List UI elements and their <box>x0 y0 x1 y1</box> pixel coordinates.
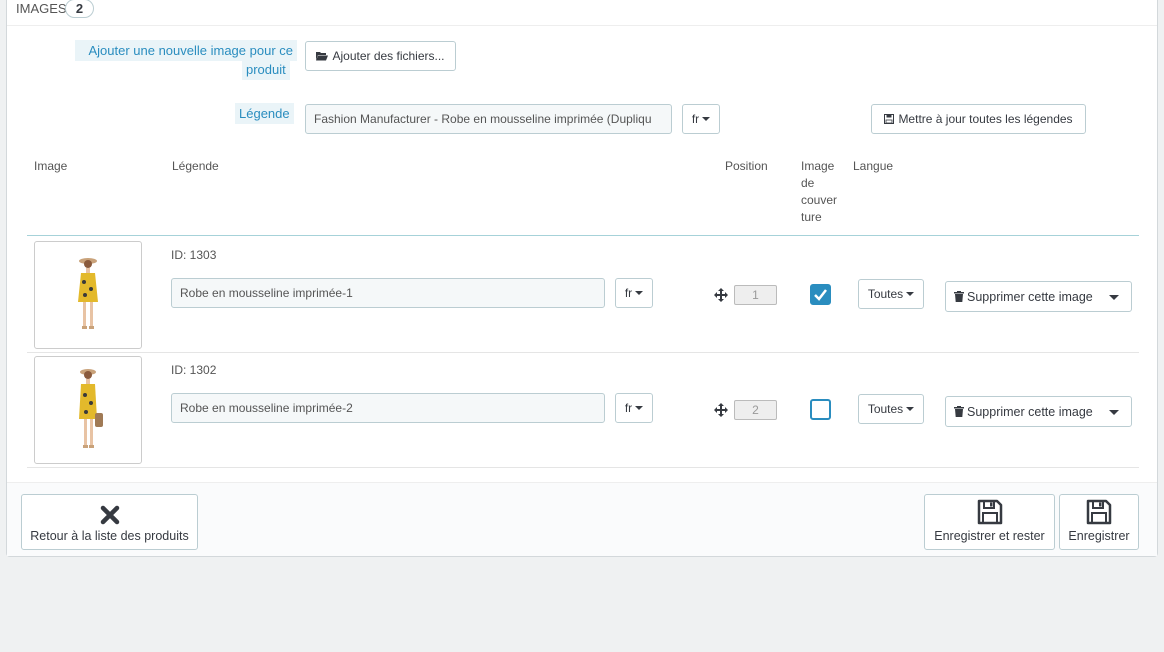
position-input[interactable]: 1 <box>734 285 777 305</box>
col-header-cover-l4: ture <box>801 210 822 224</box>
upload-label: Ajouter une nouvelle image pour ce <box>75 40 297 61</box>
col-header-cover: Image de couver ture <box>801 158 837 226</box>
col-header-cover-l1: Image <box>801 159 835 173</box>
row-legend-input[interactable]: Robe en mousseline imprimée-2 <box>171 393 605 423</box>
col-header-cover-l2: de <box>801 176 815 190</box>
update-all-captions-label: Mettre à jour toutes les légendes <box>898 112 1073 126</box>
panel-heading: Images 2 <box>7 0 1157 26</box>
table-header-divider <box>27 235 1139 236</box>
panel-footer: Retour à la liste des produits Enregistr… <box>7 482 1157 556</box>
save-label: Enregistrer <box>1068 529 1130 543</box>
trash-icon <box>954 291 964 302</box>
back-to-list-label: Retour à la liste des produits <box>30 529 189 543</box>
cover-checkbox[interactable] <box>810 284 831 305</box>
upload-label-cont: produit <box>242 59 290 80</box>
image-thumbnail[interactable] <box>34 241 142 349</box>
row-legend-value: Robe en mousseline imprimée-1 <box>180 286 353 300</box>
chevron-down-icon <box>906 292 915 296</box>
chevron-down-icon <box>635 406 644 410</box>
image-id: ID: 1302 <box>171 363 217 377</box>
caption-lang-select[interactable]: fr <box>682 104 720 134</box>
caption-input[interactable]: Fashion Manufacturer - Robe en mousselin… <box>305 104 672 134</box>
upload-label-line2: produit <box>246 62 286 77</box>
position-input[interactable]: 2 <box>734 400 777 420</box>
trash-icon <box>954 406 964 417</box>
add-files-label: Ajouter des fichiers... <box>332 49 445 63</box>
save-icon <box>1086 499 1112 525</box>
row-lang-select[interactable]: fr <box>615 393 653 423</box>
upload-label-line1: Ajouter une nouvelle image pour ce <box>88 43 293 58</box>
row-legend-input[interactable]: Robe en mousseline imprimée-1 <box>171 278 605 308</box>
move-icon[interactable] <box>714 403 728 417</box>
row-lang-value: fr <box>624 286 633 300</box>
col-header-language: Langue <box>853 159 894 173</box>
check-icon <box>814 289 827 301</box>
row-scope-value: Toutes <box>867 287 904 301</box>
row-divider <box>27 467 1139 468</box>
row-scope-select[interactable]: Toutes <box>858 279 924 309</box>
move-icon[interactable] <box>714 288 728 302</box>
chevron-down-icon <box>635 291 644 295</box>
chevron-down-icon <box>906 407 915 411</box>
caption-lang-value: fr <box>691 112 700 126</box>
folder-open-icon <box>316 52 329 61</box>
save-and-stay-label: Enregistrer et rester <box>934 529 1045 543</box>
save-icon <box>977 499 1002 525</box>
add-files-button[interactable]: Ajouter des fichiers... <box>305 41 456 71</box>
dress-photo-icon <box>79 369 103 448</box>
update-all-captions-button[interactable]: Mettre à jour toutes les légendes <box>871 104 1086 134</box>
row-scope-select[interactable]: Toutes <box>858 394 924 424</box>
delete-image-label: Supprimer cette image <box>967 404 1093 419</box>
caption-label-text: Légende <box>239 106 290 121</box>
chevron-down-icon <box>702 117 711 121</box>
row-divider <box>27 352 1139 353</box>
caption-label: Légende <box>235 103 294 124</box>
save-button[interactable]: Enregistrer <box>1059 494 1139 550</box>
row-scope-value: Toutes <box>867 402 904 416</box>
col-header-legend: Légende <box>172 159 219 173</box>
chevron-down-icon[interactable] <box>1109 410 1119 415</box>
floppy-icon <box>884 114 895 124</box>
images-panel: Images 2 Ajouter une nouvelle image pour… <box>6 0 1158 557</box>
row-lang-value: fr <box>624 401 633 415</box>
dress-photo-icon <box>78 258 98 329</box>
panel-title: Images <box>16 1 67 16</box>
caption-input-value: Fashion Manufacturer - Robe en mousselin… <box>314 112 652 126</box>
delete-image-button[interactable]: Supprimer cette image <box>945 396 1132 427</box>
delete-image-label: Supprimer cette image <box>967 289 1093 304</box>
delete-image-button[interactable]: Supprimer cette image <box>945 281 1132 312</box>
row-legend-value: Robe en mousseline imprimée-2 <box>180 401 353 415</box>
col-header-image: Image <box>34 159 68 173</box>
image-thumbnail[interactable] <box>34 356 142 464</box>
image-count-badge: 2 <box>65 0 94 18</box>
col-header-cover-l3: couver <box>801 193 838 207</box>
image-id: ID: 1303 <box>171 248 217 262</box>
cover-checkbox[interactable] <box>810 399 831 420</box>
col-header-position: Position <box>725 159 768 173</box>
save-and-stay-button[interactable]: Enregistrer et rester <box>924 494 1055 550</box>
close-icon <box>100 505 119 525</box>
row-lang-select[interactable]: fr <box>615 278 653 308</box>
chevron-down-icon[interactable] <box>1109 295 1119 300</box>
back-to-list-button[interactable]: Retour à la liste des produits <box>21 494 198 550</box>
